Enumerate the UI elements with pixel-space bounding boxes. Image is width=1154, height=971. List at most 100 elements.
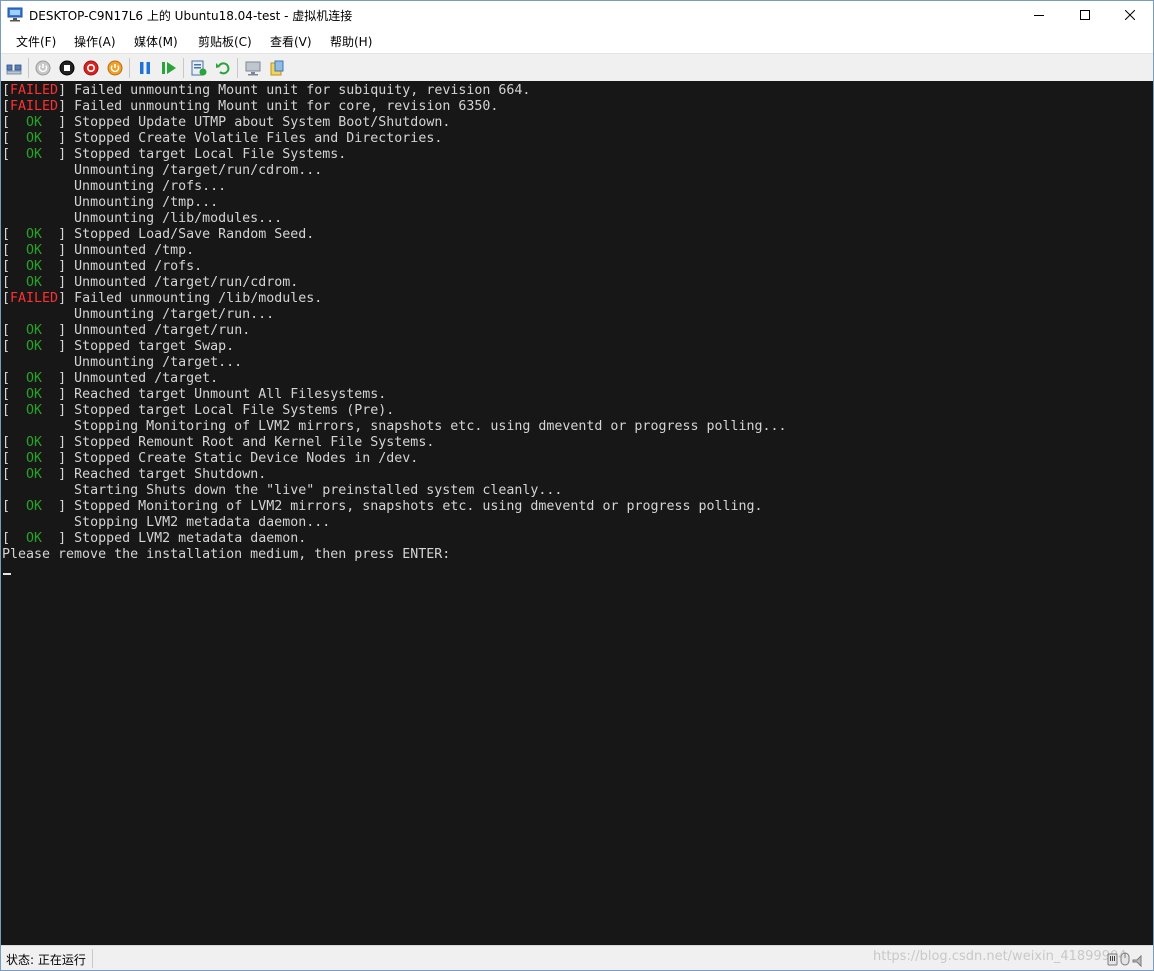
vm-console-screen[interactable]: [FAILED] Failed unmounting Mount unit fo… bbox=[1, 81, 1153, 945]
watermark: https://blog.csdn.net/weixin_41899904 bbox=[873, 949, 1127, 964]
status-failed: [FAILED] bbox=[2, 83, 67, 98]
console-line: Stopping LVM2 metadata daemon... bbox=[2, 515, 330, 531]
menu-action[interactable]: 操作(A) bbox=[74, 33, 116, 50]
revert-icon[interactable] bbox=[214, 59, 232, 77]
close-button[interactable] bbox=[1107, 1, 1153, 29]
turn-off-icon[interactable] bbox=[58, 59, 76, 77]
console-prompt: Please remove the installation medium, t… bbox=[2, 547, 451, 562]
share-icon[interactable] bbox=[268, 59, 286, 77]
console-line-text: Reached target Shutdown. bbox=[66, 467, 267, 482]
console-line-text: Unmounted /target/run/cdrom. bbox=[66, 275, 299, 290]
console-line: [ OK ] Unmounted /target. bbox=[2, 371, 218, 387]
console-line: [ OK ] Unmounted /rofs. bbox=[2, 259, 202, 275]
menu-file[interactable]: 文件(F) bbox=[16, 33, 56, 50]
console-line-text: Failed unmounting /lib/modules. bbox=[66, 291, 323, 306]
console-line-text: Stopped Monitoring of LVM2 mirrors, snap… bbox=[66, 499, 763, 514]
console-line-text: Stopped Load/Save Random Seed. bbox=[66, 227, 315, 242]
console-line: Unmounting /rofs... bbox=[2, 179, 226, 195]
console-line-text: Unmounted /tmp. bbox=[66, 243, 195, 258]
console-line-text: Failed unmounting Mount unit for subiqui… bbox=[66, 83, 531, 98]
status-divider bbox=[92, 949, 93, 968]
console-line: [FAILED] Failed unmounting Mount unit fo… bbox=[2, 83, 530, 99]
text-cursor bbox=[3, 573, 11, 575]
status-bar: 状态: 正在运行 https://blog.csdn.net/weixin_41… bbox=[1, 945, 1153, 970]
status-ok: [ OK ] bbox=[2, 243, 67, 258]
status-ok: [ OK ] bbox=[2, 387, 67, 402]
minimize-button[interactable] bbox=[1016, 1, 1062, 29]
status-blank bbox=[2, 419, 66, 434]
status-blank bbox=[2, 355, 66, 370]
console-line: [ OK ] Reached target Shutdown. bbox=[2, 467, 266, 483]
status-blank bbox=[2, 307, 66, 322]
console-line-text: Stopped Update UTMP about System Boot/Sh… bbox=[66, 115, 451, 130]
console-line: [FAILED] Failed unmounting Mount unit fo… bbox=[2, 99, 498, 115]
status-ok: [ OK ] bbox=[2, 499, 67, 514]
console-line: [ OK ] Stopped target Local File Systems… bbox=[2, 147, 346, 163]
console-line-text: Reached target Unmount All Filesystems. bbox=[66, 387, 387, 402]
console-line: [ OK ] Unmounted /target/run. bbox=[2, 323, 250, 339]
console-line-text: Unmounted /rofs. bbox=[66, 259, 203, 274]
start-icon[interactable] bbox=[34, 59, 52, 77]
menu-clipboard[interactable]: 剪贴板(C) bbox=[198, 33, 252, 50]
console-line-text: Unmounting /tmp... bbox=[66, 195, 219, 210]
console-line: [ OK ] Stopped target Local File Systems… bbox=[2, 403, 394, 419]
console-line-text: Unmounted /target/run. bbox=[66, 323, 251, 338]
status-ok: [ OK ] bbox=[2, 403, 67, 418]
console-line-text: Unmounting /target/run... bbox=[66, 307, 275, 322]
title-bar[interactable]: DESKTOP-C9N17L6 上的 Ubuntu18.04-test - 虚拟… bbox=[1, 1, 1153, 29]
console-line: Starting Shuts down the "live" preinstal… bbox=[2, 483, 562, 499]
console-line-text: Stopped LVM2 metadata daemon. bbox=[66, 531, 307, 546]
status-ok: [ OK ] bbox=[2, 467, 67, 482]
console-line: [FAILED] Failed unmounting /lib/modules. bbox=[2, 291, 322, 307]
ctrl-alt-del-icon[interactable] bbox=[5, 59, 23, 77]
console-line-text: Unmounting /target/run/cdrom... bbox=[66, 163, 323, 178]
status-blank bbox=[2, 483, 66, 498]
console-line-text: Unmounting /rofs... bbox=[66, 179, 227, 194]
checkpoint-icon[interactable] bbox=[190, 59, 208, 77]
status-ok: [ OK ] bbox=[2, 147, 67, 162]
pause-icon[interactable] bbox=[136, 59, 154, 77]
status-blank bbox=[2, 195, 66, 210]
save-state-icon[interactable] bbox=[106, 59, 124, 77]
status-ok: [ OK ] bbox=[2, 531, 67, 546]
status-blank bbox=[2, 211, 66, 226]
status-ok: [ OK ] bbox=[2, 259, 67, 274]
shutdown-icon[interactable] bbox=[82, 59, 100, 77]
console-line: Unmounting /tmp... bbox=[2, 195, 218, 211]
console-line: Unmounting /target/run... bbox=[2, 307, 274, 323]
menu-bar: 文件(F) 操作(A) 媒体(M) 剪贴板(C) 查看(V) 帮助(H) bbox=[1, 29, 1153, 53]
status-ok: [ OK ] bbox=[2, 435, 67, 450]
status-text: 状态: 正在运行 bbox=[6, 953, 86, 967]
maximize-button[interactable] bbox=[1062, 1, 1108, 29]
status-indicator-icons bbox=[1106, 950, 1148, 968]
menu-media[interactable]: 媒体(M) bbox=[134, 33, 178, 50]
vm-connection-icon bbox=[7, 7, 23, 22]
status-blank bbox=[2, 179, 66, 194]
status-ok: [ OK ] bbox=[2, 451, 67, 466]
console-line: [ OK ] Stopped Load/Save Random Seed. bbox=[2, 227, 314, 243]
console-line: [ OK ] Unmounted /tmp. bbox=[2, 243, 194, 259]
toolbar-separator bbox=[183, 58, 184, 78]
status-ok: [ OK ] bbox=[2, 227, 67, 242]
toolbar-separator bbox=[28, 58, 29, 78]
status-ok: [ OK ] bbox=[2, 115, 67, 130]
console-line: [ OK ] Stopped target Swap. bbox=[2, 339, 234, 355]
status-blank bbox=[2, 163, 66, 178]
console-line-text: Stopped Create Volatile Files and Direct… bbox=[66, 131, 443, 146]
console-line-text: Starting Shuts down the "live" preinstal… bbox=[66, 483, 563, 498]
vm-connection-window: DESKTOP-C9N17L6 上的 Ubuntu18.04-test - 虚拟… bbox=[0, 0, 1154, 971]
menu-view[interactable]: 查看(V) bbox=[270, 33, 312, 50]
status-ok: [ OK ] bbox=[2, 371, 67, 386]
toolbar-separator bbox=[237, 58, 238, 78]
resume-icon[interactable] bbox=[160, 59, 178, 77]
status-ok: [ OK ] bbox=[2, 323, 67, 338]
console-line-text: Unmounting /target... bbox=[66, 355, 243, 370]
menu-help[interactable]: 帮助(H) bbox=[330, 33, 372, 50]
console-line: [ OK ] Stopped LVM2 metadata daemon. bbox=[2, 531, 306, 547]
console-line-text: Stopped target Local File Systems (Pre). bbox=[66, 403, 395, 418]
console-line: Unmounting /target/run/cdrom... bbox=[2, 163, 322, 179]
console-line-text: Failed unmounting Mount unit for core, r… bbox=[66, 99, 499, 114]
enhanced-session-icon[interactable] bbox=[244, 59, 262, 77]
console-line-text: Stopped Remount Root and Kernel File Sys… bbox=[66, 435, 435, 450]
status-ok: [ OK ] bbox=[2, 275, 67, 290]
